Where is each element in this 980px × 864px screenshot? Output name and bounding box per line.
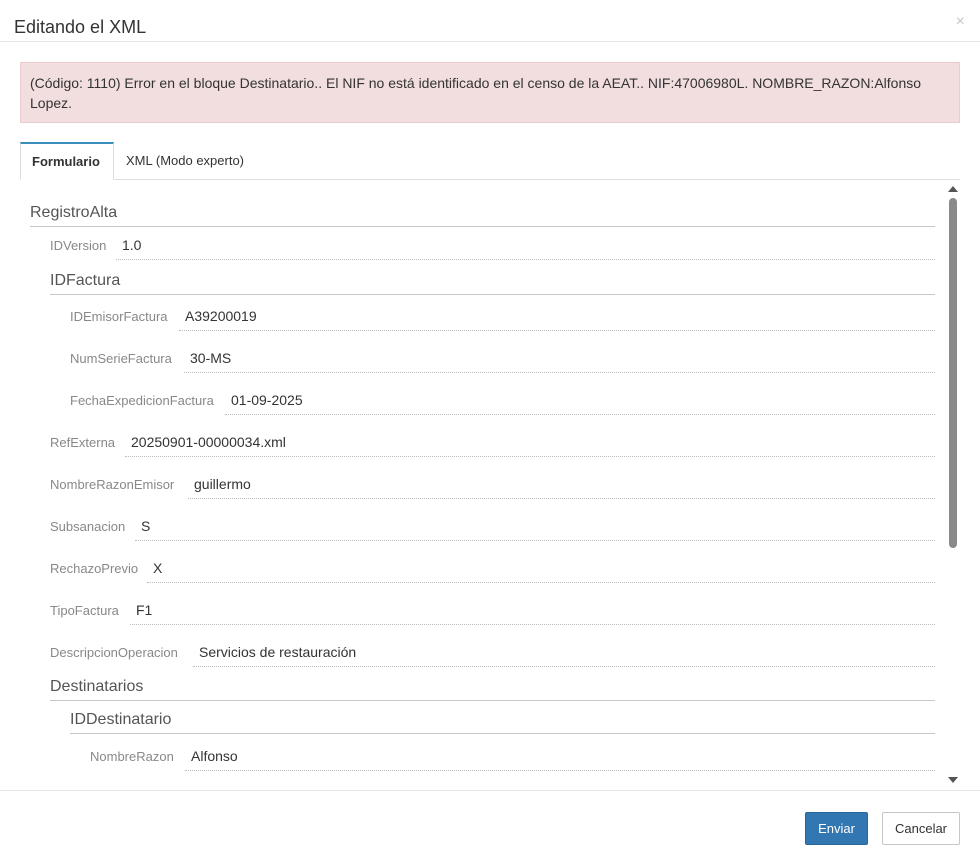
field-label: NumSerieFactura [70, 351, 172, 366]
numseriefactura-input[interactable]: 30-MS [184, 341, 935, 373]
section-destinatarios: Destinatarios [50, 677, 935, 701]
section-title: RegistroAlta [30, 204, 118, 221]
modal-header: Editando el XML × [0, 0, 980, 42]
tab-xml-modo-experto[interactable]: XML (Modo experto) [115, 142, 255, 180]
field-label: FechaExpedicionFactura [70, 393, 214, 408]
vertical-scrollbar[interactable] [946, 181, 960, 786]
tipofactura-input[interactable]: F1 [130, 593, 935, 625]
field-label: NombreRazon [90, 749, 174, 764]
field-label: RefExterna [50, 435, 116, 450]
field-idversion: IDVersion 1.0 [50, 228, 935, 260]
modal-footer: Enviar Cancelar [0, 790, 980, 864]
error-alert: (Código: 1110) Error en el bloque Destin… [20, 62, 960, 123]
scrollbar-thumb[interactable] [949, 198, 957, 548]
field-label: TipoFactura [50, 603, 119, 618]
section-idfactura: IDFactura [50, 271, 935, 295]
field-label: IDEmisorFactura [70, 309, 168, 324]
tab-formulario[interactable]: Formulario [20, 142, 114, 180]
field-label: RechazoPrevio [50, 561, 139, 576]
section-title: IDDestinatario [70, 711, 172, 728]
section-iddestinatario: IDDestinatario [70, 710, 935, 734]
nombrerazonemisor-input[interactable]: guillermo [188, 467, 935, 499]
nombrerazon-input[interactable]: Alfonso [185, 739, 935, 771]
subsanacion-input[interactable]: S [135, 509, 935, 541]
close-icon[interactable]: × [956, 13, 965, 31]
section-registro-alta: RegistroAlta [30, 203, 935, 227]
field-nombrerazon: NombreRazon Alfonso [90, 739, 935, 771]
section-title: IDFactura [50, 272, 121, 289]
refexterna-input[interactable]: 20250901-00000034.xml [125, 425, 935, 457]
fechaexpedicionfactura-input[interactable]: 01-09-2025 [225, 383, 935, 415]
descripcionoperacion-input[interactable]: Servicios de restauración [193, 635, 935, 667]
scroll-down-arrow-icon[interactable] [948, 777, 958, 783]
section-title: Destinatarios [50, 678, 144, 695]
field-rechazoprevio: RechazoPrevio X [50, 551, 935, 583]
send-button[interactable]: Enviar [805, 812, 868, 845]
rechazoprevio-input[interactable]: X [147, 551, 935, 583]
idversion-input[interactable]: 1.0 [116, 228, 935, 260]
field-fechaexpedicionfactura: FechaExpedicionFactura 01-09-2025 [70, 383, 935, 415]
field-label: Subsanacion [50, 519, 126, 534]
field-label: NombreRazonEmisor [50, 477, 175, 492]
field-label: DescripcionOperacion [50, 645, 178, 660]
field-refexterna: RefExterna 20250901-00000034.xml [50, 425, 935, 457]
field-descripcionoperacion: DescripcionOperacion Servicios de restau… [50, 635, 935, 667]
tab-bar: Formulario XML (Modo experto) [20, 142, 960, 180]
modal-title: Editando el XML [14, 17, 147, 37]
idemisorfactura-input[interactable]: A39200019 [179, 299, 935, 331]
field-label: IDVersion [50, 238, 107, 253]
field-idemisorfactura: IDEmisorFactura A39200019 [70, 299, 935, 331]
field-tipofactura: TipoFactura F1 [50, 593, 935, 625]
cancel-button[interactable]: Cancelar [882, 812, 960, 845]
field-nombrerazonemisor: NombreRazonEmisor guillermo [50, 467, 935, 499]
field-numseriefactura: NumSerieFactura 30-MS [70, 341, 935, 373]
scroll-up-arrow-icon[interactable] [948, 186, 958, 192]
field-subsanacion: Subsanacion S [50, 509, 935, 541]
form-scroll-area: RegistroAlta IDVersion 1.0 IDFactura IDE… [20, 181, 960, 786]
